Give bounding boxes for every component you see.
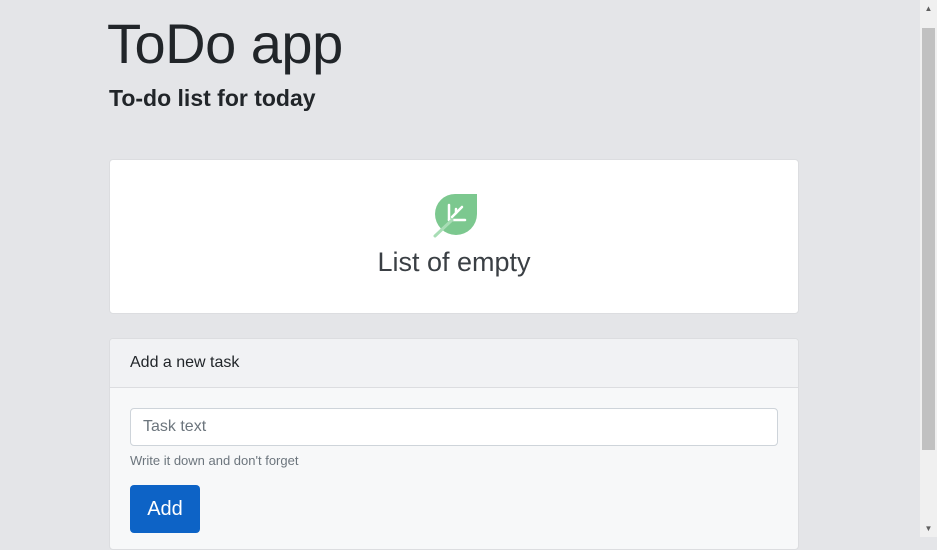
leaf-icon — [433, 194, 477, 238]
task-text-input[interactable] — [130, 408, 778, 446]
scrollbar-thumb[interactable] — [922, 28, 935, 450]
app-title: ToDo app — [107, 12, 343, 75]
page: ToDo app To-do list for today List of em… — [0, 0, 920, 550]
new-task-card-header: Add a new task — [110, 339, 798, 388]
add-task-button[interactable]: Add — [130, 485, 200, 533]
scroll-up-arrow-icon[interactable]: ▲ — [920, 0, 937, 17]
vertical-scrollbar[interactable]: ▲ ▼ — [920, 0, 937, 537]
empty-list-message: List of empty — [377, 247, 531, 277]
page-subtitle: To-do list for today — [109, 85, 316, 111]
new-task-card: Add a new task Write it down and don't f… — [109, 338, 799, 550]
task-help-text: Write it down and don't forget — [130, 453, 299, 468]
scroll-down-arrow-icon[interactable]: ▼ — [920, 520, 937, 537]
empty-list-card: List of empty — [109, 159, 799, 314]
